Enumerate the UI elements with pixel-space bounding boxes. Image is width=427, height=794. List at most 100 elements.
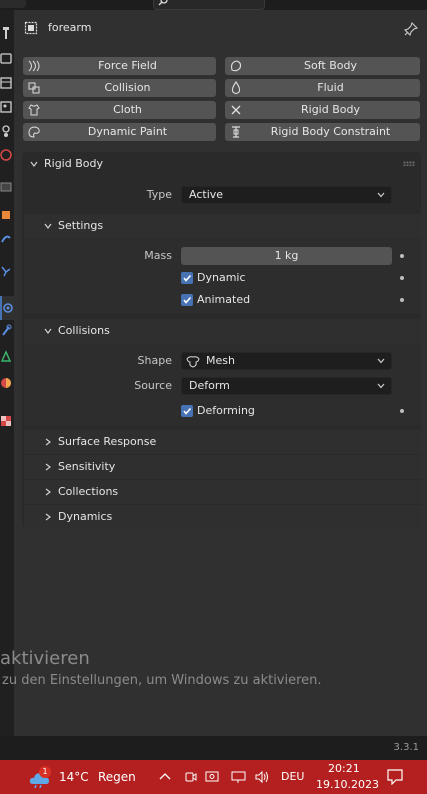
properties-tabs (0, 10, 14, 736)
camera-icon[interactable] (185, 770, 197, 784)
data-icon[interactable] (0, 350, 12, 364)
force-field-label: Force Field (98, 59, 157, 72)
view-layer-icon[interactable] (0, 100, 12, 114)
notification-icon[interactable] (387, 769, 403, 785)
shape-label: Shape (137, 354, 172, 367)
mesh-monkey-icon (186, 356, 200, 368)
mass-field[interactable]: 1 kg (181, 247, 392, 265)
physics-tab-active[interactable] (0, 296, 14, 320)
cloth-button[interactable]: Cloth (23, 101, 216, 119)
collection-icon[interactable] (0, 180, 12, 194)
keyframe-dot[interactable] (400, 409, 404, 413)
render-icon[interactable] (0, 52, 12, 66)
fluid-button[interactable]: Fluid (225, 79, 420, 97)
chevron-down-icon (377, 358, 385, 364)
temperature: 14°C (59, 770, 89, 784)
keyframe-dot[interactable] (400, 298, 404, 302)
check-icon (183, 274, 192, 282)
soft-body-button[interactable]: Soft Body (225, 57, 420, 75)
shape-value: Mesh (206, 354, 235, 367)
drag-grip-icon[interactable] (403, 161, 415, 166)
force-field-icon (28, 60, 40, 72)
chevron-down-icon (377, 383, 385, 389)
mass-label: Mass (144, 249, 172, 262)
type-dropdown[interactable]: Active (181, 186, 392, 204)
tool-icon[interactable] (0, 26, 12, 40)
collections-title: Collections (58, 485, 119, 498)
clock-date[interactable]: 19.10.2023 (316, 778, 379, 791)
volume-icon[interactable] (254, 770, 270, 784)
animated-label: Animated (197, 293, 251, 306)
collision-label: Collision (104, 81, 151, 94)
chevron-down-icon (44, 328, 52, 334)
chevron-down-icon (30, 161, 38, 167)
source-value: Deform (189, 379, 230, 392)
chevron-down-icon (44, 223, 52, 229)
chevron-down-icon (377, 192, 385, 198)
constraint-icon[interactable] (0, 324, 12, 338)
source-dropdown[interactable]: Deform (181, 377, 392, 395)
dynamics-title: Dynamics (58, 510, 113, 523)
rigid-body-constraint-label: Rigid Body Constraint (270, 125, 391, 138)
physics-icon (3, 303, 13, 313)
scene-icon[interactable] (0, 124, 12, 138)
type-value: Active (189, 188, 224, 201)
shape-dropdown[interactable]: Mesh (181, 352, 392, 370)
pin-icon[interactable] (404, 22, 418, 36)
dynamic-label: Dynamic (197, 271, 246, 284)
fluid-icon (231, 81, 241, 95)
collision-icon (28, 82, 40, 94)
particles-icon[interactable] (0, 264, 12, 278)
output-icon[interactable] (0, 76, 12, 90)
check-icon (183, 407, 192, 415)
settings-title: Settings (58, 219, 104, 232)
weather-badge: 1 (39, 766, 51, 778)
chevron-right-icon (45, 488, 51, 496)
weather-text: Regen (98, 770, 136, 784)
rigid-body-label: Rigid Body (301, 103, 360, 116)
soft-body-icon (231, 60, 242, 72)
version-label: 3.3.1 (393, 742, 419, 753)
texture-icon[interactable] (0, 414, 12, 428)
fluid-label: Fluid (317, 81, 344, 94)
language-indicator[interactable]: DEU (281, 770, 304, 783)
search-field[interactable] (153, 0, 265, 10)
windows-taskbar: 1 14°C Regen DEU 20:21 19.10.2023 (0, 760, 427, 794)
object-square-icon (24, 21, 38, 35)
chevron-right-icon (45, 438, 51, 446)
collisions-title: Collisions (58, 324, 110, 337)
surface-response-title: Surface Response (58, 435, 157, 448)
chevron-right-icon (45, 513, 51, 521)
sensitivity-title: Sensitivity (58, 460, 116, 473)
dynamic-checkbox[interactable] (181, 272, 193, 284)
rigid-body-x-icon (231, 105, 241, 115)
dynamic-paint-label: Dynamic Paint (87, 125, 168, 138)
dynamic-paint-icon (28, 126, 40, 138)
rigid-body-constraint-button[interactable]: Rigid Body Constraint (225, 123, 420, 141)
clock-time[interactable]: 20:21 (328, 762, 360, 775)
modifier-icon[interactable] (0, 232, 12, 246)
rigid-body-remove-button[interactable]: Rigid Body (225, 101, 420, 119)
force-field-button[interactable]: Force Field (23, 57, 216, 75)
collision-button[interactable]: Collision (23, 79, 216, 97)
soft-body-label: Soft Body (304, 59, 357, 72)
cloth-label: Cloth (113, 103, 142, 116)
display-icon[interactable] (231, 770, 247, 784)
source-label: Source (134, 379, 172, 392)
check-icon (183, 296, 192, 304)
keyframe-dot[interactable] (400, 276, 404, 280)
status-bar (0, 736, 427, 760)
search-icon (158, 0, 168, 6)
chevron-up-icon[interactable] (159, 772, 171, 780)
material-icon[interactable] (0, 376, 12, 390)
world-icon[interactable] (0, 148, 12, 162)
chevron-right-icon (45, 463, 51, 471)
editor-type-button[interactable] (0, 0, 26, 8)
activation-watermark-title: aktivieren (0, 648, 90, 669)
network-icon[interactable] (205, 770, 221, 784)
object-icon[interactable] (0, 208, 12, 222)
dynamic-paint-button[interactable]: Dynamic Paint (23, 123, 216, 141)
deforming-checkbox[interactable] (181, 405, 193, 417)
keyframe-dot[interactable] (400, 254, 404, 258)
animated-checkbox[interactable] (181, 294, 193, 306)
